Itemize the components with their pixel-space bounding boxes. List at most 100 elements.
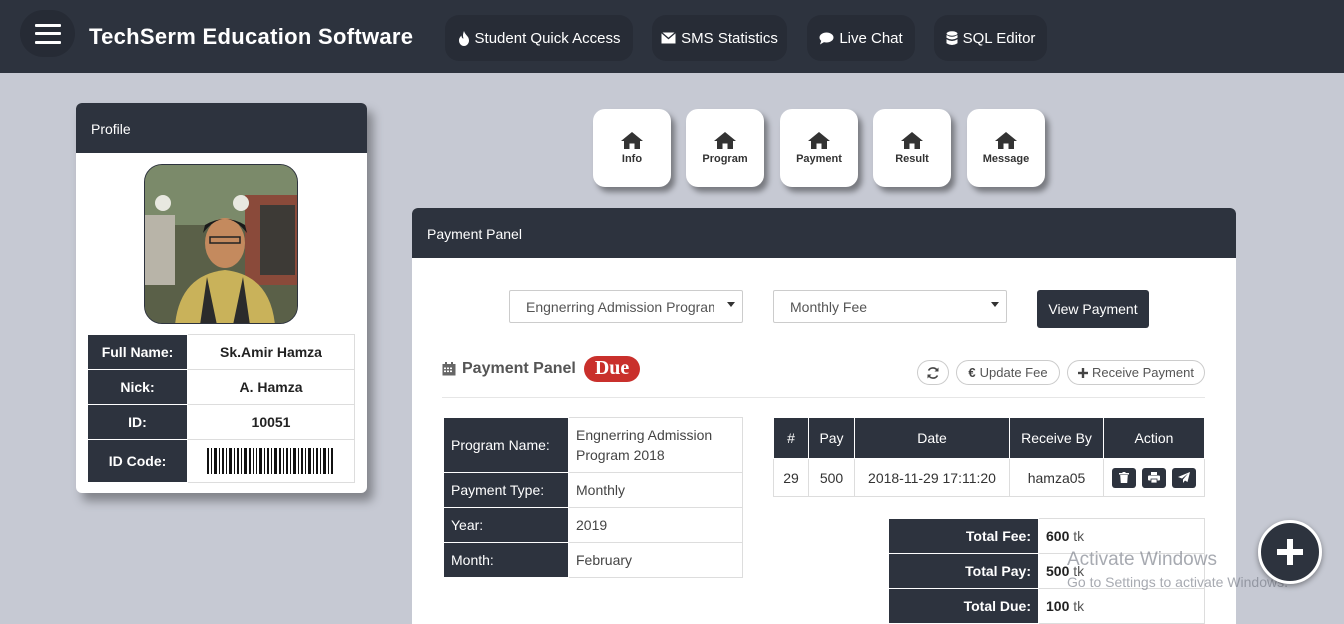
cell-date: 2018-11-29 17:11:20	[854, 458, 1010, 497]
euro-icon: €	[968, 365, 976, 380]
plus-icon	[1078, 367, 1089, 378]
trash-icon	[1119, 472, 1130, 483]
tile-result-label: Result	[895, 152, 929, 165]
envelope-icon	[661, 32, 677, 44]
fire-icon	[458, 30, 469, 46]
table-row: 29 500 2018-11-29 17:11:20 hamza05	[773, 458, 1205, 497]
table-header-row: # Pay Date Receive By Action	[773, 417, 1205, 459]
menu-button[interactable]	[20, 10, 75, 57]
year-label: Year:	[443, 507, 569, 543]
total-due-unit: tk	[1073, 598, 1085, 614]
program-select-value: Engnerring Admission Program 2018	[526, 299, 714, 315]
program-select[interactable]: Engnerring Admission Program 2018	[509, 290, 743, 323]
live-chat-label: Live Chat	[839, 29, 903, 47]
total-pay-amount: 500	[1046, 563, 1070, 579]
home-icon	[714, 131, 736, 149]
col-header-date: Date	[854, 417, 1010, 459]
id-value: 10051	[187, 404, 355, 440]
cell-pay: 500	[808, 458, 855, 497]
refresh-icon	[927, 366, 939, 379]
table-row: Payment Type: Monthly	[443, 472, 743, 508]
profile-table: Full Name: Sk.Amir Hamza Nick: A. Hamza …	[87, 334, 355, 483]
col-header-pay: Pay	[808, 417, 855, 459]
student-quick-access-button[interactable]: Student Quick Access	[445, 15, 633, 61]
nick-value: A. Hamza	[187, 369, 355, 405]
program-name-value: Engnerring Admission Program 2018	[568, 417, 743, 473]
total-due-label: Total Due:	[888, 588, 1039, 624]
profile-row-nick: Nick: A. Hamza	[87, 369, 355, 405]
profile-row-id-code: ID Code:	[87, 439, 355, 483]
print-icon	[1148, 472, 1160, 483]
tile-program[interactable]: Program	[686, 109, 764, 187]
payment-type-value: Monthly	[568, 472, 743, 508]
full-name-label: Full Name:	[87, 334, 188, 370]
view-payment-button[interactable]: View Payment	[1037, 290, 1149, 328]
sms-statistics-label: SMS Statistics	[681, 29, 778, 47]
total-fee-label: Total Fee:	[888, 518, 1039, 554]
id-label: ID:	[87, 404, 188, 440]
total-fee-unit: tk	[1073, 528, 1085, 544]
col-header-receive-by: Receive By	[1009, 417, 1104, 459]
total-due-amount: 100	[1046, 598, 1070, 614]
floating-add-button[interactable]	[1258, 520, 1322, 584]
update-fee-button[interactable]: € Update Fee	[956, 360, 1060, 385]
sql-editor-button[interactable]: SQL Editor	[934, 15, 1047, 61]
paper-plane-icon	[1177, 472, 1190, 483]
col-header-number: #	[773, 417, 809, 459]
refresh-button[interactable]	[917, 360, 949, 385]
table-row: Year: 2019	[443, 507, 743, 543]
app-title: TechSerm Education Software	[89, 24, 414, 49]
total-fee-amount: 600	[1046, 528, 1070, 544]
table-row: Total Due: 100 tk	[888, 588, 1205, 624]
tile-message[interactable]: Message	[967, 109, 1045, 187]
watermark-line-2: Go to Settings to activate Windows.	[1067, 574, 1288, 590]
receive-payment-button[interactable]: Receive Payment	[1067, 360, 1205, 385]
home-icon	[621, 131, 643, 149]
total-pay-label: Total Pay:	[888, 553, 1039, 589]
payment-history-table: # Pay Date Receive By Action 29 500 2018…	[773, 417, 1205, 497]
profile-row-id: ID: 10051	[87, 404, 355, 440]
tile-info[interactable]: Info	[593, 109, 671, 187]
activation-watermark: Activate Windows Go to Settings to activ…	[1067, 549, 1288, 590]
fee-type-select[interactable]: Monthly Fee	[773, 290, 1007, 323]
caret-down-icon	[991, 302, 999, 307]
cell-receive-by: hamza05	[1009, 458, 1104, 497]
home-icon	[808, 131, 830, 149]
month-label: Month:	[443, 542, 569, 578]
student-quick-access-label: Student Quick Access	[474, 29, 621, 47]
tile-message-label: Message	[982, 152, 1030, 165]
chat-icon	[819, 32, 834, 44]
profile-card: Profile Full Name: Sk.Amir Hamza Nick: A…	[76, 103, 367, 493]
live-chat-button[interactable]: Live Chat	[807, 15, 915, 61]
full-name-value: Sk.Amir Hamza	[187, 334, 355, 370]
payment-type-label: Payment Type:	[443, 472, 569, 508]
profile-row-full-name: Full Name: Sk.Amir Hamza	[87, 334, 355, 370]
database-icon	[946, 30, 958, 45]
cell-number: 29	[773, 458, 809, 497]
profile-title: Profile	[76, 103, 367, 153]
barcode	[207, 448, 333, 474]
month-value: February	[568, 542, 743, 578]
payment-info-table: Program Name: Engnerring Admission Progr…	[443, 417, 743, 578]
tile-program-label: Program	[702, 152, 748, 165]
nick-label: Nick:	[87, 369, 188, 405]
payment-panel-title: Payment Panel	[412, 208, 1236, 258]
sms-statistics-button[interactable]: SMS Statistics	[652, 15, 787, 61]
calendar-icon	[442, 362, 456, 376]
col-header-action: Action	[1103, 417, 1205, 459]
tile-payment[interactable]: Payment	[780, 109, 858, 187]
table-row: Program Name: Engnerring Admission Progr…	[443, 417, 743, 473]
section-header: Payment Panel Due	[442, 356, 641, 382]
watermark-line-1: Activate Windows	[1067, 549, 1217, 570]
tile-payment-label: Payment	[796, 152, 842, 165]
avatar	[144, 164, 298, 324]
tile-result[interactable]: Result	[873, 109, 951, 187]
year-value: 2019	[568, 507, 743, 543]
send-button[interactable]	[1171, 467, 1196, 488]
print-button[interactable]	[1142, 467, 1166, 488]
delete-button[interactable]	[1112, 467, 1137, 488]
program-name-label: Program Name:	[443, 417, 569, 473]
status-badge: Due	[583, 356, 641, 382]
plus-icon	[1277, 539, 1303, 565]
caret-down-icon	[727, 302, 735, 307]
